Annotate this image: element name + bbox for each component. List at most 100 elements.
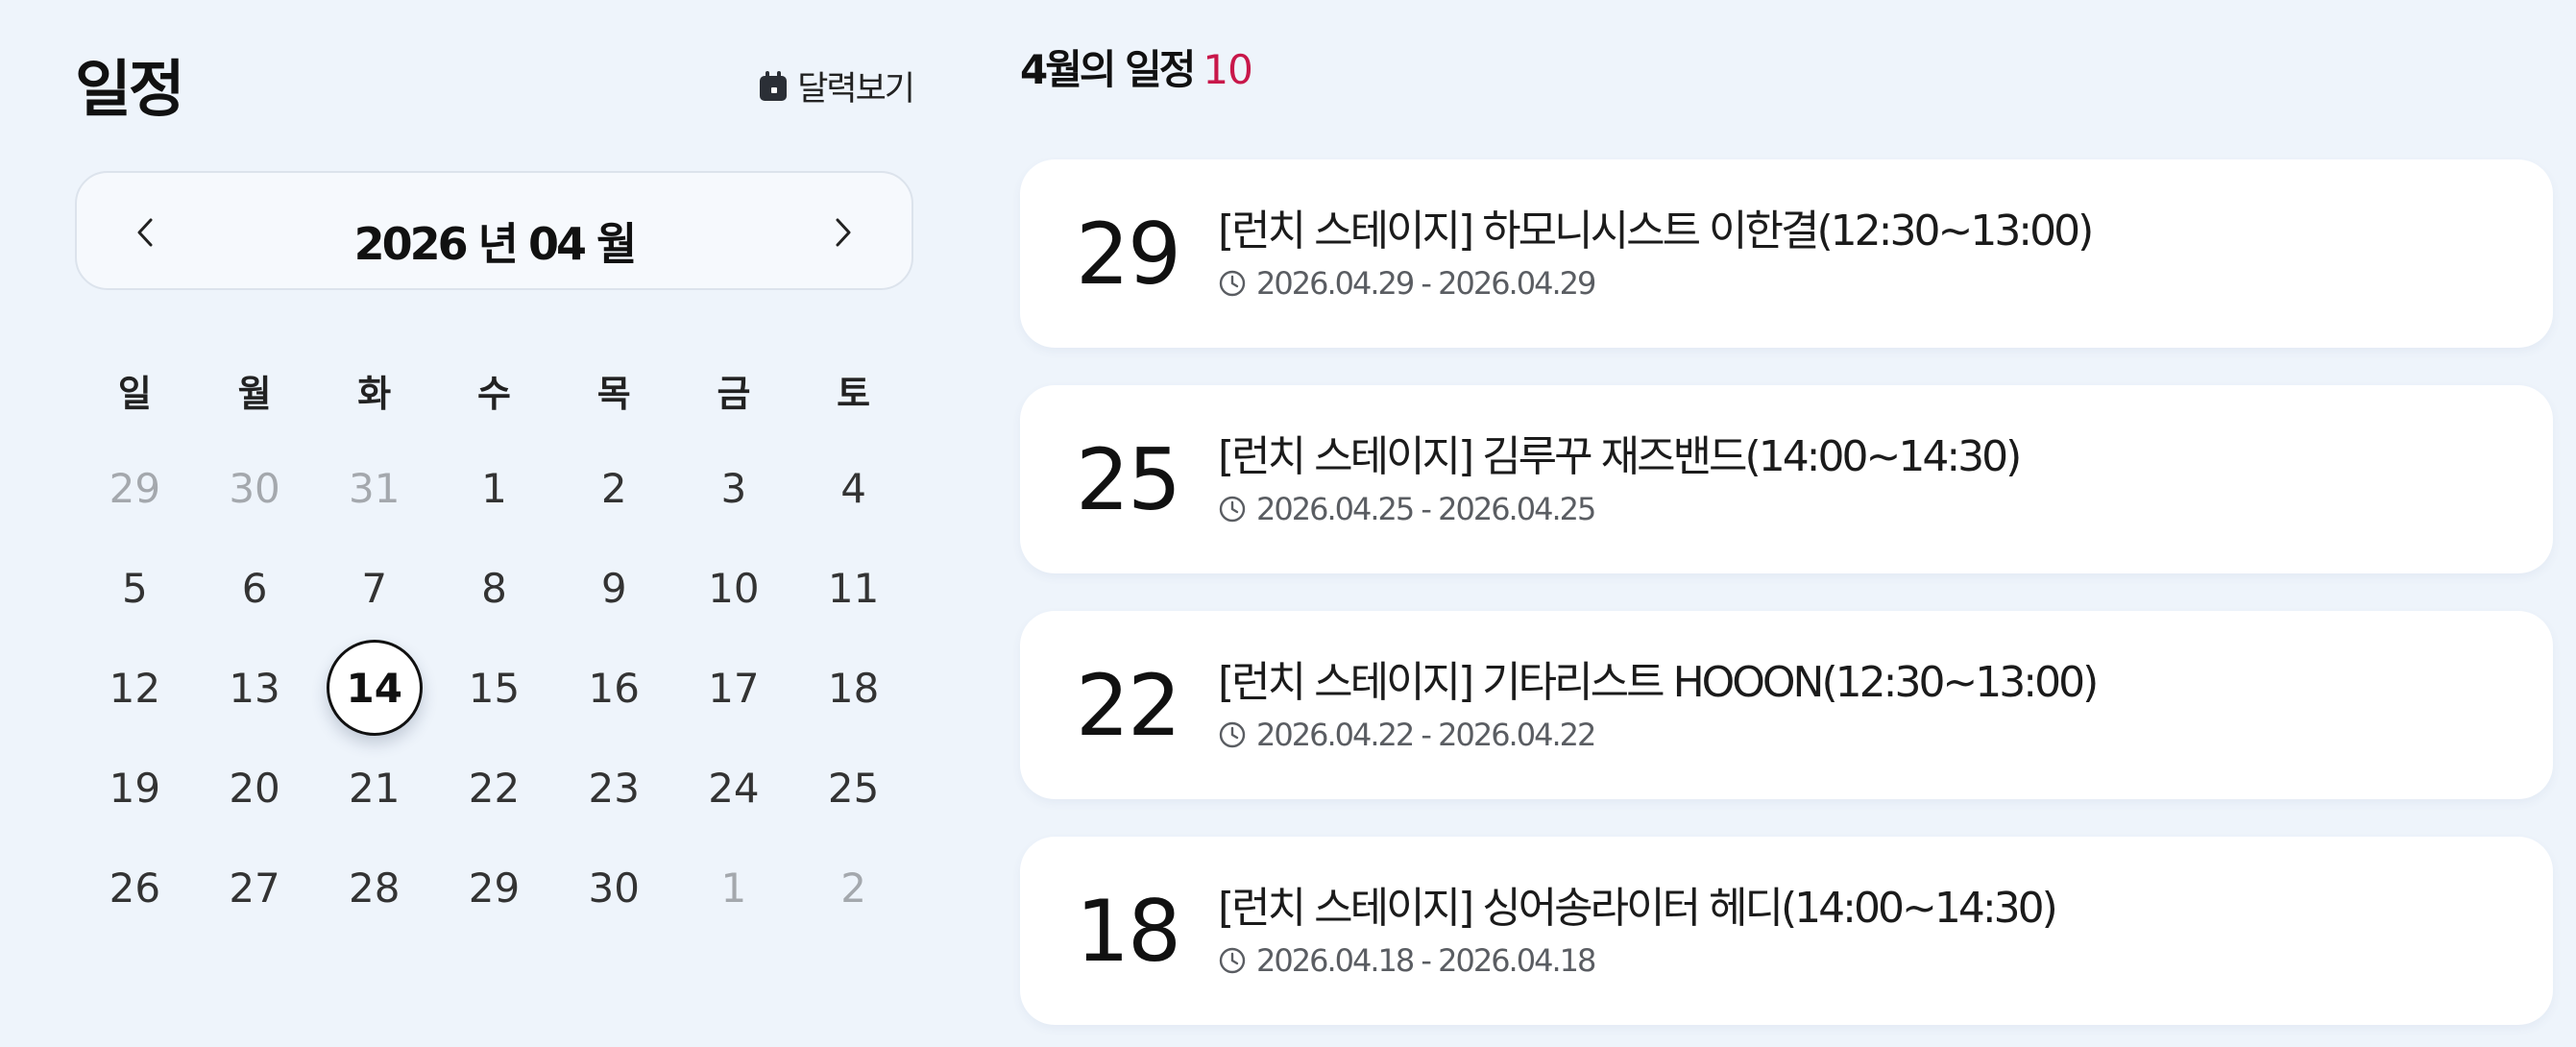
event-card[interactable]: 29 [런치 스테이지] 하모니시스트 이한결(12:30~13:00) 2026.… (1020, 159, 2553, 348)
calendar-day[interactable]: 18 (793, 638, 913, 738)
calendar-day-number: 17 (708, 664, 760, 712)
event-card[interactable]: 22 [런치 스테이지] 기타리스트 HOOON(12:30~13:00) 2026… (1020, 611, 2553, 799)
weekday-label: 토 (837, 372, 871, 415)
event-list: 29 [런치 스테이지] 하모니시스트 이한결(12:30~13:00) 2026.… (1020, 159, 2553, 1047)
calendar-day-number: 15 (468, 664, 521, 712)
event-date: 2026.04.18 - 2026.04.18 (1218, 942, 1596, 979)
events-count: 10 (1203, 46, 1252, 93)
calendar-day[interactable]: 11 (793, 538, 913, 638)
calendar-day[interactable]: 24 (674, 738, 794, 838)
month-navigator: 2026 년 04 월 (75, 171, 913, 290)
calendar-day[interactable]: 16 (554, 638, 674, 738)
calendar-day[interactable]: 30 (554, 838, 674, 937)
calendar-day-number: 1 (720, 864, 747, 912)
events-heading-label: 4월의 일정 (1020, 46, 1196, 93)
calendar-day[interactable]: 8 (434, 538, 554, 638)
calendar-day-number: 16 (588, 664, 640, 712)
event-day: 18 (1076, 881, 1181, 981)
calendar-day-number: 29 (468, 864, 521, 912)
calendar-day[interactable]: 20 (195, 738, 315, 838)
calendar-day-number: 29 (109, 464, 161, 512)
calendar-day-selected[interactable]: 14 (314, 638, 434, 738)
calendar-day-number: 2 (600, 464, 627, 512)
event-date-range: 2026.04.18 - 2026.04.18 (1256, 942, 1596, 979)
calendar-day-number: 5 (121, 564, 148, 612)
calendar-day[interactable]: 2 (793, 838, 913, 937)
calendar-day[interactable]: 29 (75, 438, 195, 538)
event-date-range: 2026.04.29 - 2026.04.29 (1256, 265, 1596, 302)
calendar-day[interactable]: 26 (75, 838, 195, 937)
calendar-day-number: 22 (468, 764, 521, 812)
calendar-day[interactable]: 31 (314, 438, 434, 538)
calendar-day-number: 4 (840, 464, 866, 512)
calendar-day-number: 14 (326, 640, 423, 736)
event-date: 2026.04.29 - 2026.04.29 (1218, 265, 1596, 302)
calendar-day-number: 23 (588, 764, 640, 812)
calendar-day-number: 31 (349, 464, 401, 512)
event-title: [런치 스테이지] 기타리스트 HOOON(12:30~13:00) (1218, 658, 2099, 707)
weekday-label: 화 (357, 372, 392, 415)
calendar-day[interactable]: 19 (75, 738, 195, 838)
calendar-day-number: 20 (229, 764, 280, 812)
calendar-day[interactable]: 27 (195, 838, 315, 937)
calendar-day-number: 24 (708, 764, 760, 812)
event-day: 22 (1076, 655, 1181, 755)
calendar-day[interactable]: 2 (554, 438, 674, 538)
weekday-label: 목 (596, 372, 631, 415)
calendar-day[interactable]: 30 (195, 438, 315, 538)
calendar-day[interactable]: 7 (314, 538, 434, 638)
calendar-day-number: 18 (827, 664, 880, 712)
calendar-day-number: 2 (840, 864, 866, 912)
calendar-day[interactable]: 1 (434, 438, 554, 538)
calendar-view-label: 달력보기 (797, 70, 915, 109)
calendar-day-number: 12 (109, 664, 161, 712)
event-title: [런치 스테이지] 싱어송라이터 헤디(14:00~14:30) (1218, 884, 2058, 933)
calendar-day[interactable]: 3 (674, 438, 794, 538)
next-month-button[interactable] (819, 208, 867, 256)
event-date: 2026.04.25 - 2026.04.25 (1218, 491, 1596, 527)
calendar-day[interactable]: 17 (674, 638, 794, 738)
calendar-day[interactable]: 25 (793, 738, 913, 838)
calendar-day[interactable]: 6 (195, 538, 315, 638)
calendar-day-number: 26 (109, 864, 161, 912)
calendar-day-number: 30 (229, 464, 280, 512)
events-panel: 4월의 일정 10 29 [런치 스테이지] 하모니시스트 이한결(12:30~13… (1020, 37, 2553, 1025)
calendar-day[interactable]: 12 (75, 638, 195, 738)
clock-icon (1218, 946, 1247, 975)
event-card[interactable]: 18 [런치 스테이지] 싱어송라이터 헤디(14:00~14:30) 2026.0… (1020, 837, 2553, 1025)
calendar-grid: 일 월 화 수 목 금 토 29 30 31 1 2 3 4 5 6 7 8 9 10 11 12 13 14 15 16 17 18… (75, 342, 913, 937)
calendar-day[interactable]: 21 (314, 738, 434, 838)
calendar-day[interactable]: 5 (75, 538, 195, 638)
page-title: 일정 (75, 55, 185, 126)
clock-icon (1218, 720, 1247, 749)
calendar-day-number: 6 (241, 564, 268, 612)
weekday-label: 금 (717, 372, 751, 415)
calendar-day[interactable]: 23 (554, 738, 674, 838)
calendar-day[interactable]: 29 (434, 838, 554, 937)
calendar-day-number: 30 (588, 864, 640, 912)
events-heading: 4월의 일정 10 (1020, 37, 2553, 104)
event-date-range: 2026.04.25 - 2026.04.25 (1256, 491, 1596, 527)
clock-icon (1218, 495, 1247, 524)
calendar-day[interactable]: 28 (314, 838, 434, 937)
calendar-day[interactable]: 9 (554, 538, 674, 638)
calendar-day[interactable]: 15 (434, 638, 554, 738)
event-day: 29 (1076, 204, 1181, 304)
calendar-day-number: 19 (109, 764, 161, 812)
calendar-panel: 일정 달력보기 2026 년 04 월 일 월 화 수 목 금 토 29 30 … (75, 37, 915, 912)
calendar-day[interactable]: 22 (434, 738, 554, 838)
event-title: [런치 스테이지] 김루꾸 재즈밴드(14:00~14:30) (1218, 432, 2022, 481)
calendar-day-number: 28 (349, 864, 401, 912)
calendar-day[interactable]: 1 (674, 838, 794, 937)
event-date-range: 2026.04.22 - 2026.04.22 (1256, 717, 1596, 753)
calendar-day-number: 11 (827, 564, 880, 612)
chevron-right-icon (833, 216, 854, 249)
calendar-day[interactable]: 10 (674, 538, 794, 638)
calendar-day-number: 1 (481, 464, 507, 512)
calendar-day[interactable]: 13 (195, 638, 315, 738)
calendar-day-number: 25 (827, 764, 880, 812)
event-date: 2026.04.22 - 2026.04.22 (1218, 717, 1596, 753)
calendar-view-button[interactable]: 달력보기 (759, 61, 915, 110)
event-card[interactable]: 25 [런치 스테이지] 김루꾸 재즈밴드(14:00~14:30) 2026.04… (1020, 385, 2553, 573)
calendar-day[interactable]: 4 (793, 438, 913, 538)
